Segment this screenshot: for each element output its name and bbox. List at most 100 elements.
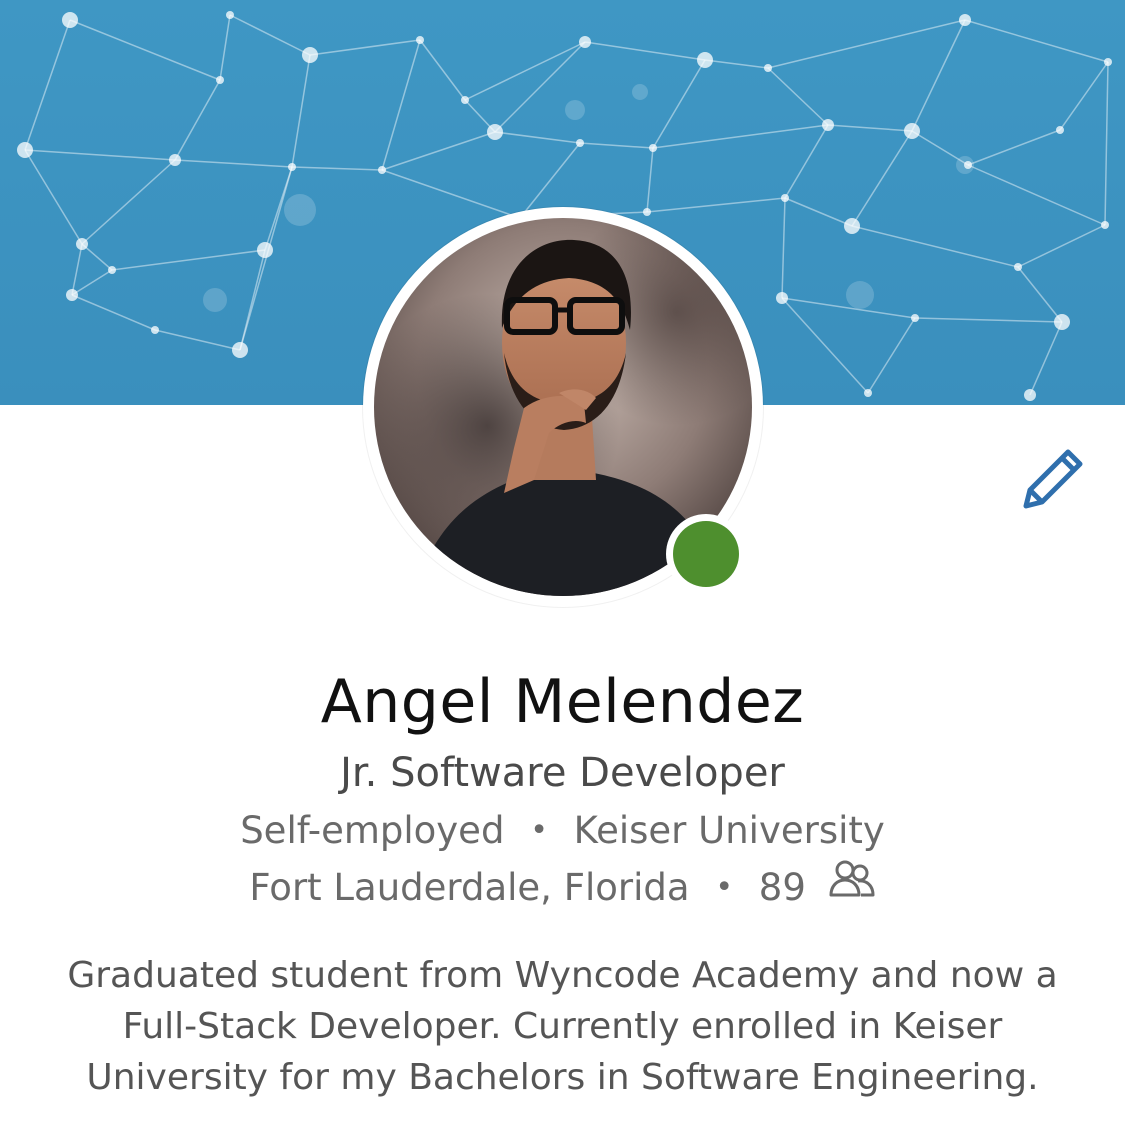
network-node [226,11,234,19]
network-line [154,329,241,351]
employer-text[interactable]: Self-employed [240,809,504,852]
network-glow [284,194,316,226]
network-node [864,389,872,397]
network-node [76,238,88,250]
network-line [419,39,466,101]
separator-dot: • [530,813,548,848]
network-line [71,269,113,296]
network-glow [565,100,585,120]
network-node [959,14,971,26]
network-line [781,197,786,299]
network-line [291,54,311,168]
network-line [781,297,869,394]
network-line [967,129,1061,166]
network-glow [956,156,974,174]
network-line [784,124,829,199]
network-line [646,147,654,213]
network-line [964,19,1109,63]
network-node [776,292,788,304]
connections-count[interactable]: 89 [759,866,806,909]
network-line [69,19,221,81]
network-node [579,36,591,48]
separator-dot: • [715,870,734,905]
profile-name: Angel Melendez [320,667,805,737]
network-node [66,289,78,301]
profile-headline: Jr. Software Developer [340,750,785,796]
school-text[interactable]: Keiser University [574,809,885,852]
network-line [1017,266,1063,323]
network-node [1024,389,1036,401]
network-node [288,163,296,171]
network-node [416,36,424,44]
network-node [62,12,78,28]
network-node [904,123,920,139]
network-line [381,169,521,219]
network-node [169,154,181,166]
network-line [1059,61,1109,131]
edit-profile-button[interactable] [1014,440,1092,518]
network-node [911,314,919,322]
network-node [781,194,789,202]
network-line [464,41,586,101]
network-line [174,159,293,168]
network-line [851,225,1019,268]
profile-location-connections: Fort Lauderdale, Florida • 89 [0,859,1125,917]
network-line [784,197,853,227]
network-line [239,166,293,351]
network-line [704,59,769,69]
network-node [697,52,713,68]
profile-summary: Graduated student from Wyncode Academy a… [67,955,1058,1098]
network-line [584,41,706,61]
network-line [652,124,829,149]
network-node [151,326,159,334]
network-line [911,19,966,132]
network-line [967,164,1106,226]
network-node [302,47,318,63]
online-status-indicator [666,514,746,594]
network-node [17,142,33,158]
network-line [914,317,1063,323]
network-line [71,243,83,296]
network-node [257,242,273,258]
network-glow [203,288,227,312]
network-node [1014,263,1022,271]
network-node [487,124,503,140]
network-node [844,218,860,234]
profile-affiliations: Self-employed • Keiser University [0,805,1125,860]
network-line [646,197,786,213]
network-node [108,266,116,274]
network-line [309,39,421,56]
network-line [652,59,706,149]
network-line [24,149,176,161]
network-line [174,79,221,161]
network-node [764,64,772,72]
status-dot-fill [673,521,739,587]
people-icon[interactable] [828,859,876,913]
network-line [291,166,383,171]
location-text: Fort Lauderdale, Florida [249,866,690,909]
network-line [1017,224,1106,268]
network-node [576,139,584,147]
network-node [1101,221,1109,229]
network-line [579,142,654,149]
network-node [643,208,651,216]
network-line [111,249,266,271]
network-node [1056,126,1064,134]
network-line [867,317,916,394]
network-line [767,19,966,69]
network-line [81,159,176,245]
network-line [827,124,913,132]
network-node [822,119,834,131]
network-node [461,96,469,104]
network-line [71,294,156,331]
network-line [219,14,231,81]
network-line [494,131,581,144]
network-node [1104,58,1112,66]
network-glow [632,84,648,100]
pencil-icon [1023,449,1083,509]
network-node [649,144,657,152]
network-line [1104,61,1109,226]
network-glow [846,281,874,309]
network-node [378,166,386,174]
network-line [24,149,83,245]
